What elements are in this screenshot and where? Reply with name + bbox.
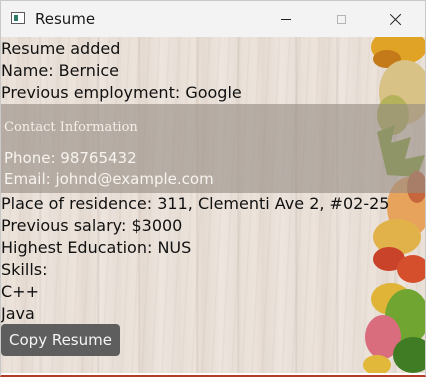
- minimize-icon: [281, 18, 291, 20]
- title-bar[interactable]: Resume: [1, 1, 425, 37]
- email-line: Email: johnd@example.com: [4, 170, 214, 188]
- app-window-icon: [11, 12, 25, 24]
- phone-line: Phone: 98765432: [4, 149, 137, 167]
- skill-item: C++: [1, 282, 39, 301]
- skills-label: Skills:: [1, 260, 48, 279]
- education-line: Highest Education: NUS: [1, 238, 192, 257]
- skill-item: Java: [1, 304, 35, 323]
- maximize-icon: [336, 14, 346, 24]
- resume-content: Resume added Name: Bernice Previous empl…: [1, 37, 425, 373]
- name-line: Name: Bernice: [1, 61, 120, 80]
- window-title: Resume: [35, 10, 96, 28]
- residence-line: Place of residence: 311, Clementi Ave 2,…: [1, 194, 390, 213]
- salary-line: Previous salary: $3000: [1, 216, 183, 235]
- resume-window: Resume Resume added Name: Bernice Previo…: [0, 0, 426, 377]
- contact-information-panel: Contact Information Phone: 98765432 Emai…: [1, 104, 425, 193]
- minimize-button[interactable]: [263, 1, 309, 37]
- maximize-button[interactable]: [318, 1, 364, 37]
- contact-heading: Contact Information: [4, 120, 138, 135]
- status-message: Resume added: [1, 39, 121, 58]
- close-button[interactable]: [373, 1, 419, 37]
- copy-resume-button[interactable]: Copy Resume: [1, 324, 120, 356]
- close-icon: [390, 13, 402, 25]
- previous-employment-line: Previous employment: Google: [1, 83, 242, 102]
